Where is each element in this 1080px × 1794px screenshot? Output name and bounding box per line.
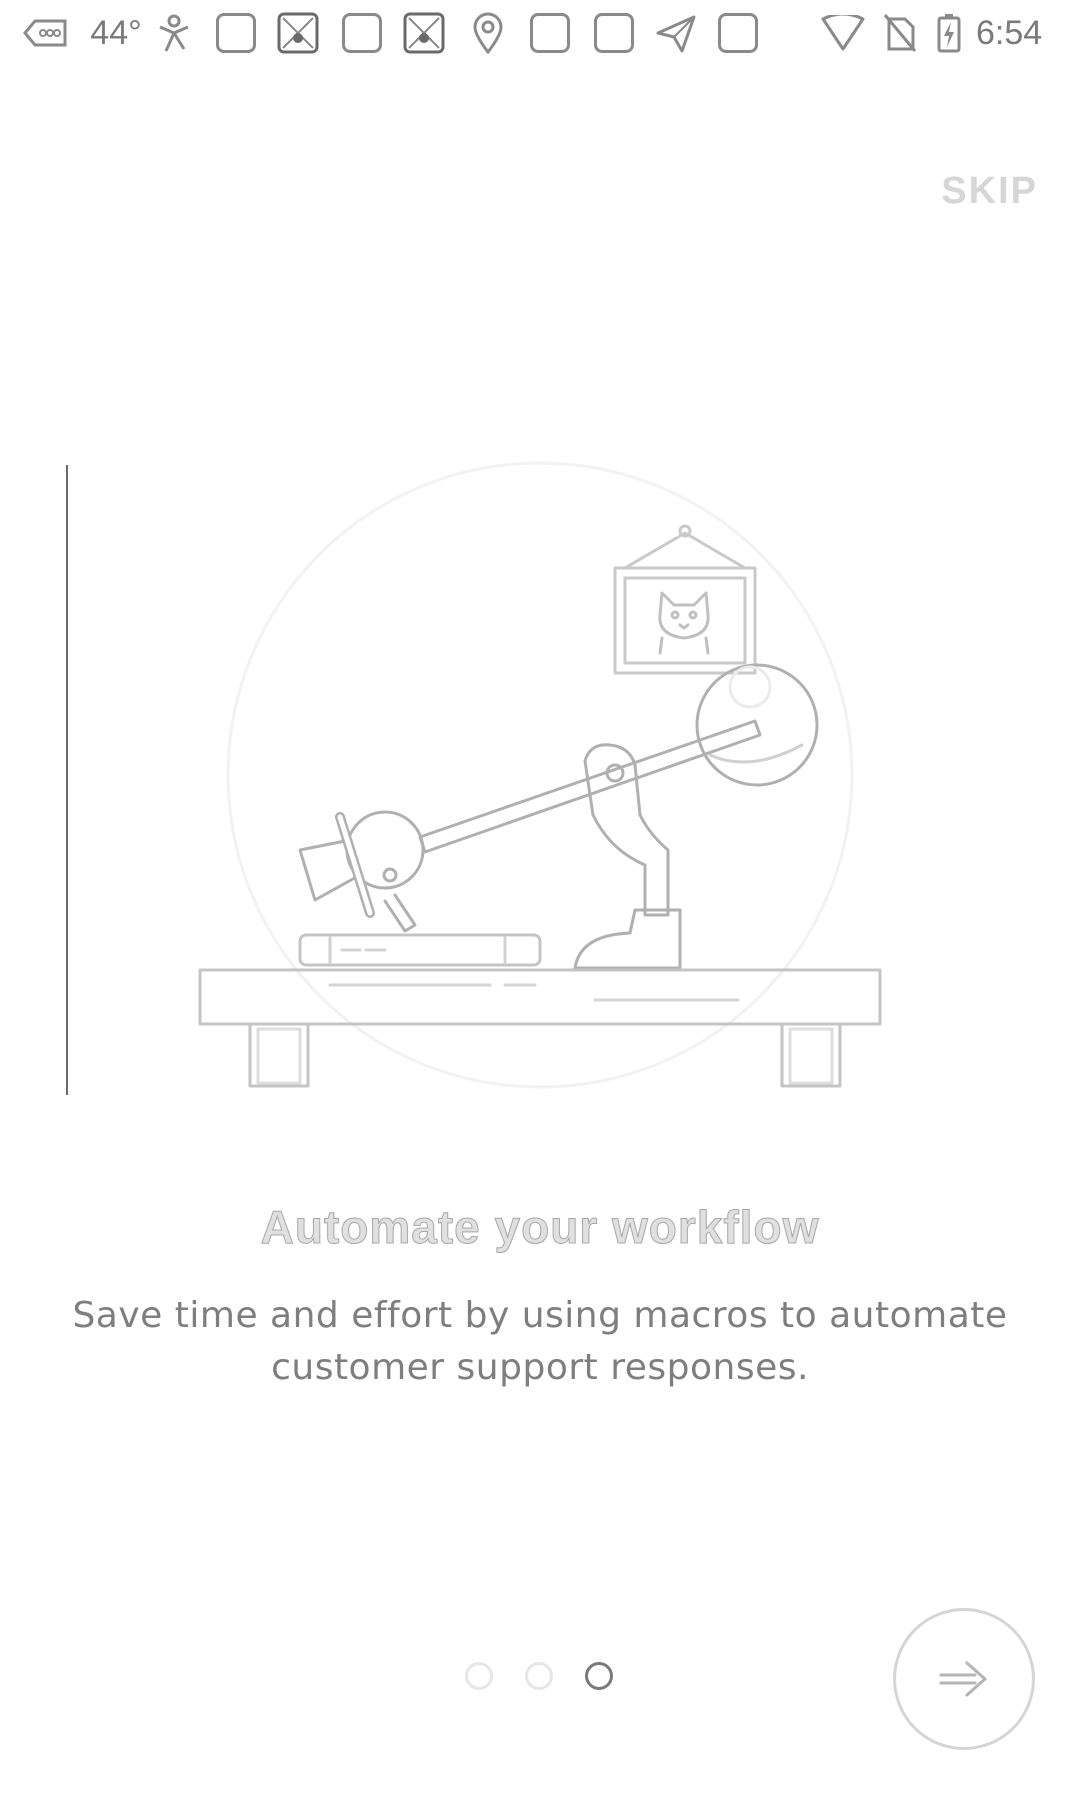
page-dot-2[interactable] (525, 1662, 553, 1690)
wifi-icon (820, 10, 866, 56)
skip-button[interactable]: SKIP (941, 170, 1038, 213)
send-icon (654, 10, 698, 56)
onboarding-title: Automate your workflow (260, 1201, 820, 1254)
page-dot-3[interactable] (585, 1662, 613, 1690)
app-icon (716, 10, 760, 56)
temperature-text: 44° (86, 10, 146, 56)
onboarding-description: Save time and effort by using macros to … (72, 1295, 1008, 1388)
tiger-icon (276, 10, 320, 56)
clock: 6:54 (976, 10, 1066, 56)
page-indicator (465, 1662, 615, 1692)
carrier-icon (22, 10, 68, 56)
app-icon (214, 10, 258, 56)
left-divider (66, 465, 68, 1095)
no-sim-icon (880, 10, 920, 56)
temperature-value: 44° (90, 14, 142, 52)
clock-time: 6:54 (976, 14, 1043, 52)
app-icon (528, 10, 572, 56)
next-button[interactable] (893, 1608, 1035, 1750)
page-dot-1[interactable] (465, 1662, 493, 1690)
arrow-right-icon (939, 1661, 987, 1697)
battery-icon (934, 10, 964, 56)
person-icon (154, 10, 194, 56)
app-icon (592, 10, 636, 56)
location-pin-icon (468, 10, 508, 56)
desk-lamp-illustration (198, 461, 882, 1089)
status-bar: 44° 6:54 (0, 0, 1080, 70)
app-icon (340, 10, 384, 56)
tiger-icon (402, 10, 446, 56)
